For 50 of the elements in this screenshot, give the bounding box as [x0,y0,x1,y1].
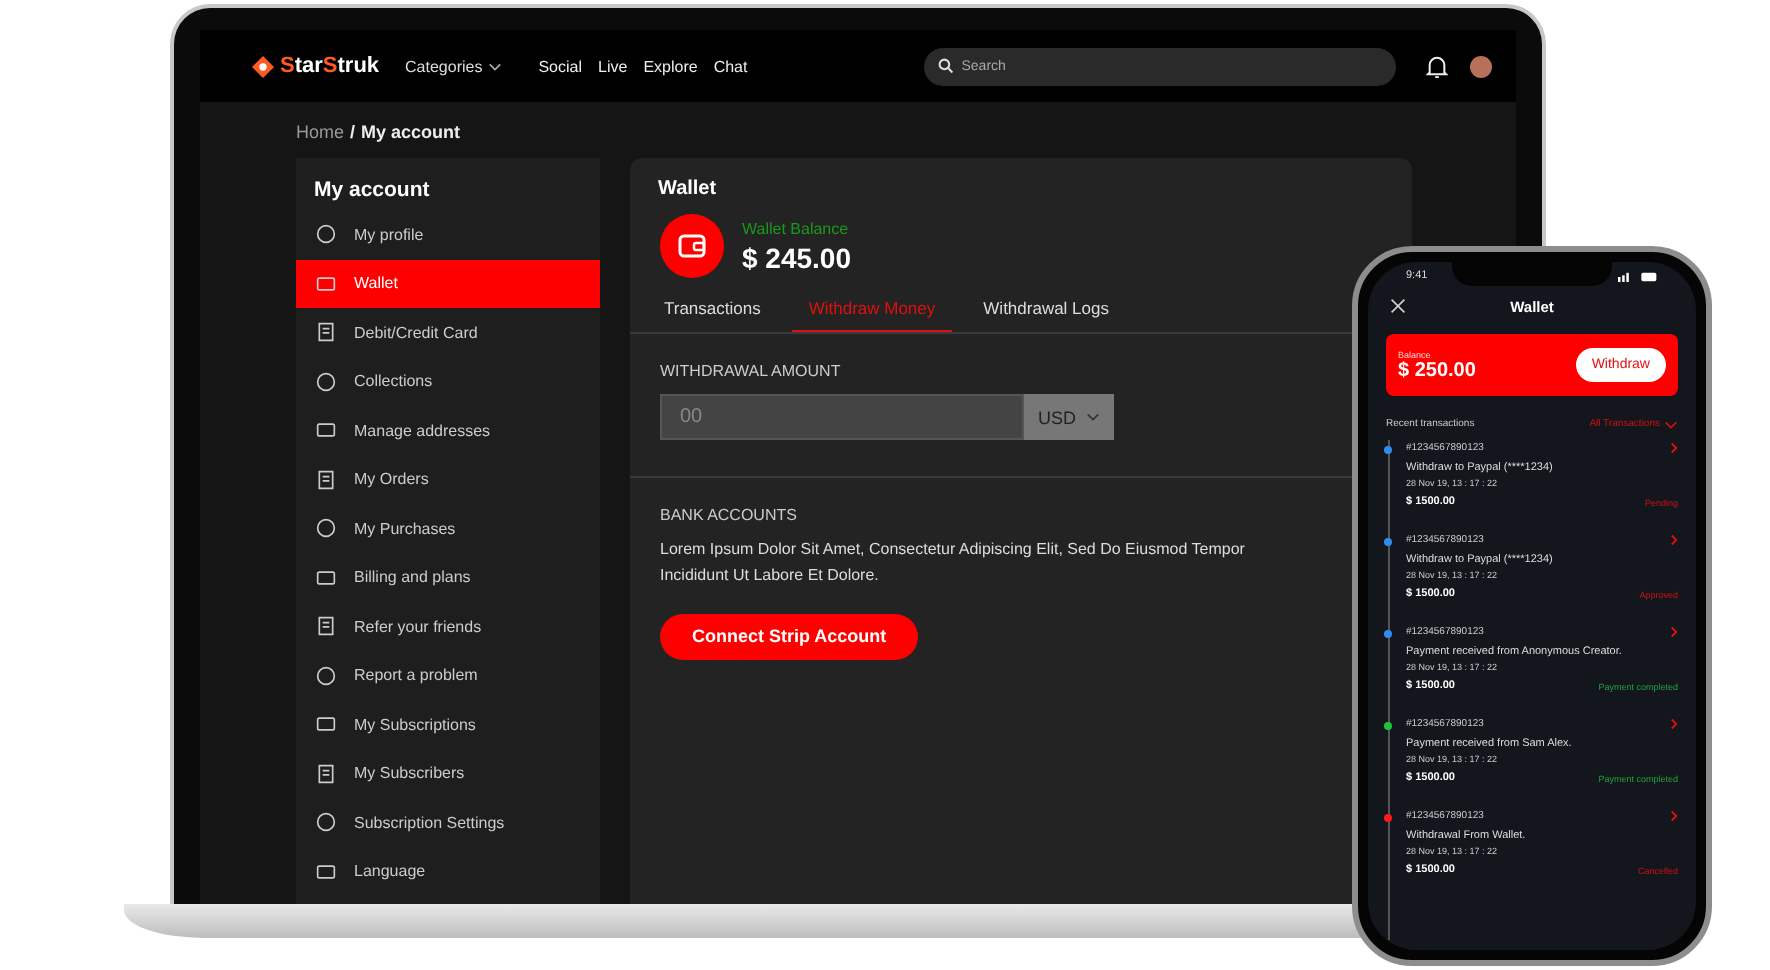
sidebar-item[interactable]: Billing and plans [296,553,600,602]
balance-amount: $ 245.00 [742,241,851,273]
nav-link[interactable]: Social [538,57,583,75]
nav-link[interactable]: Explore [643,57,698,75]
sidebar-item[interactable]: Wallet [296,259,600,308]
balance-label: Wallet Balance [742,219,851,237]
sidebar-item[interactable]: Language [296,847,600,896]
chevron-right-icon[interactable] [1670,442,1678,454]
section-label: WITHDRAWAL AMOUNT [660,362,843,380]
chevron-right-icon[interactable] [1670,626,1678,638]
sidebar-item[interactable]: My Subscribers [296,749,600,798]
nav-link[interactable]: Live [598,57,628,75]
tab[interactable]: Withdrawal Logs [967,290,1125,332]
sidebar-item[interactable]: Collections [296,357,600,406]
sidebar-item[interactable]: My profile [296,210,600,259]
section-label: BANK ACCOUNTS [660,506,799,524]
categories-menu[interactable]: Categories [405,57,503,75]
sidebar-item[interactable]: My Orders [296,455,600,504]
breadcrumb-link[interactable]: Home [296,122,345,142]
connect-button[interactable]: Connect Strip Account [660,613,919,660]
sidebar-item[interactable]: My Subscriptions [296,700,600,749]
avatar[interactable] [1469,55,1492,77]
sidebar-title: My account [312,178,432,202]
nav-link[interactable]: Chat [713,57,748,75]
diamond-logo-icon [252,55,274,77]
currency-dropdown[interactable]: USD [1024,394,1114,440]
sidebar-item[interactable]: Report a problem [296,651,600,700]
chevron-down-icon [1664,419,1678,429]
sidebar-item[interactable]: Subscription Settings [296,798,600,847]
balance-amount: $ 250.00 [1398,359,1476,381]
chevron-right-icon[interactable] [1670,810,1678,822]
sidebar-item[interactable]: My Purchases [296,504,600,553]
sidebar-item[interactable]: Refer your friends [296,602,600,651]
chevron-right-icon[interactable] [1670,718,1678,730]
breadcrumb-current: My account [361,122,461,142]
amount-field[interactable]: 00 [660,394,1024,440]
chevron-down-icon [488,61,503,71]
sidebar-item[interactable]: Manage addresses [296,406,600,455]
tab[interactable]: Transactions [648,290,777,332]
sidebar-item[interactable]: Debit/Credit Card [296,308,600,357]
close-icon[interactable] [1390,298,1406,314]
chevron-down-icon [1086,412,1100,422]
wallet-title: Wallet [656,178,719,200]
status-icons [1618,271,1658,281]
search-icon [937,58,954,74]
bell-icon[interactable] [1425,53,1448,79]
logo-text[interactable]: StarStruk [280,54,380,78]
breadcrumb-separator: / [350,122,356,142]
chevron-right-icon[interactable] [1670,534,1678,546]
bank-description: Lorem Ipsum Dolor Sit Amet, Consectetur Adipiscing Elit, Sed Do Eiusmod Tempor Incididunt Ut Labore Et Dolore. [660,538,1247,588]
